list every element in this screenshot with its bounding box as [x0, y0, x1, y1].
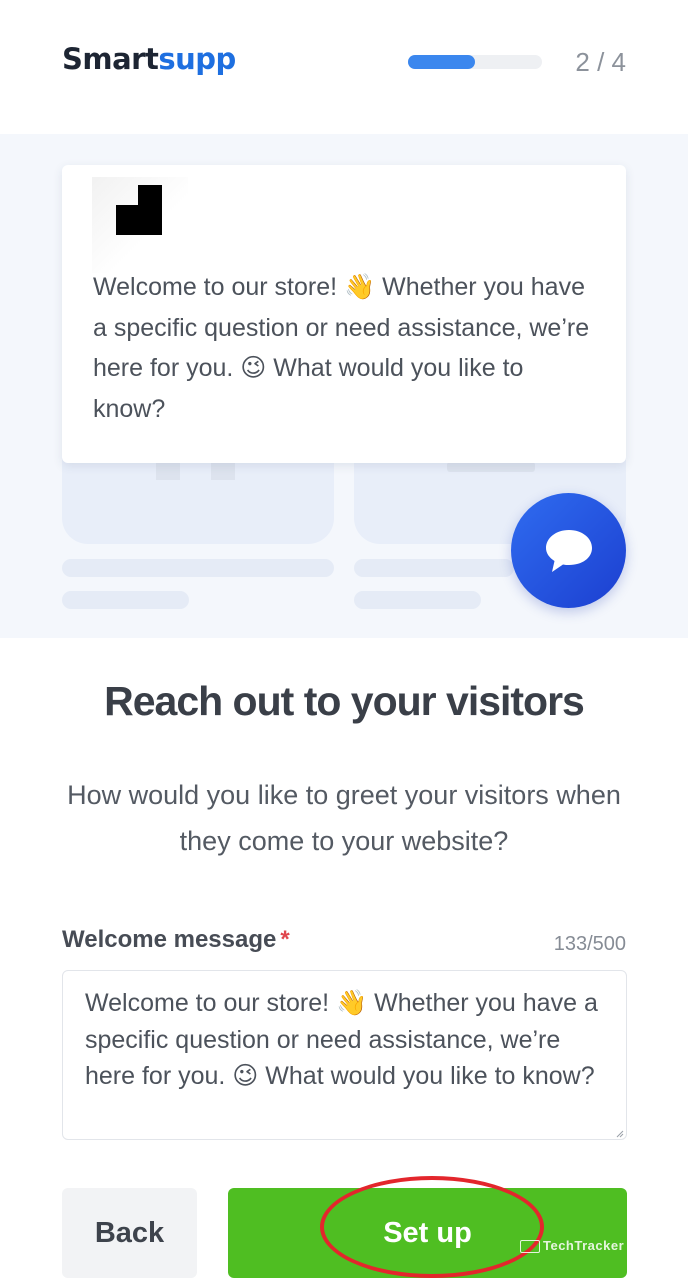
- step-indicator: 2 / 4: [575, 47, 626, 77]
- placeholder-mark: [156, 462, 180, 480]
- watermark-text: TechTracker: [543, 1238, 625, 1253]
- setup-button[interactable]: Set up: [228, 1188, 627, 1278]
- placeholder-mark: [447, 462, 535, 472]
- placeholder-line: [354, 559, 514, 577]
- agent-avatar: [92, 177, 188, 273]
- placeholder-line: [62, 591, 189, 609]
- logo-text-supp: supp: [158, 42, 236, 76]
- chat-bubble-icon: [546, 530, 592, 572]
- page-title: Reach out to your visitors: [104, 678, 585, 724]
- placeholder-line: [354, 591, 481, 609]
- welcome-message-bubble: Welcome to our store! 👋 Whether you have…: [62, 165, 626, 463]
- header: Smartsupp 2 / 4: [0, 0, 688, 134]
- bubble-message-text: Welcome to our store! 👋 Whether you have…: [93, 273, 590, 423]
- welcome-message-textarea[interactable]: Welcome to our store! 👋 Whether you have…: [62, 970, 627, 1140]
- logo-text-smart: Smart: [62, 42, 159, 76]
- smartsupp-logo: Smartsupp: [62, 42, 236, 76]
- placeholder-line: [62, 559, 334, 577]
- placeholder-mark: [211, 462, 235, 480]
- character-counter: 133/500: [553, 933, 626, 955]
- progress-bar-fill: [408, 55, 475, 69]
- chat-launcher-button[interactable]: [511, 493, 626, 608]
- resize-grip-icon[interactable]: [616, 1130, 624, 1138]
- page-subtitle: How would you like to greet your visitor…: [67, 780, 621, 856]
- chat-preview: Welcome to our store! 👋 Whether you have…: [0, 134, 688, 638]
- watermark-icon: [520, 1240, 540, 1254]
- welcome-message-label-text: Welcome message: [62, 926, 277, 953]
- progress-bar: [408, 55, 542, 69]
- watermark: TechTracker: [520, 1238, 625, 1254]
- back-button[interactable]: Back: [62, 1188, 197, 1278]
- welcome-message-label: Welcome message *: [62, 926, 290, 954]
- required-mark: *: [280, 926, 290, 953]
